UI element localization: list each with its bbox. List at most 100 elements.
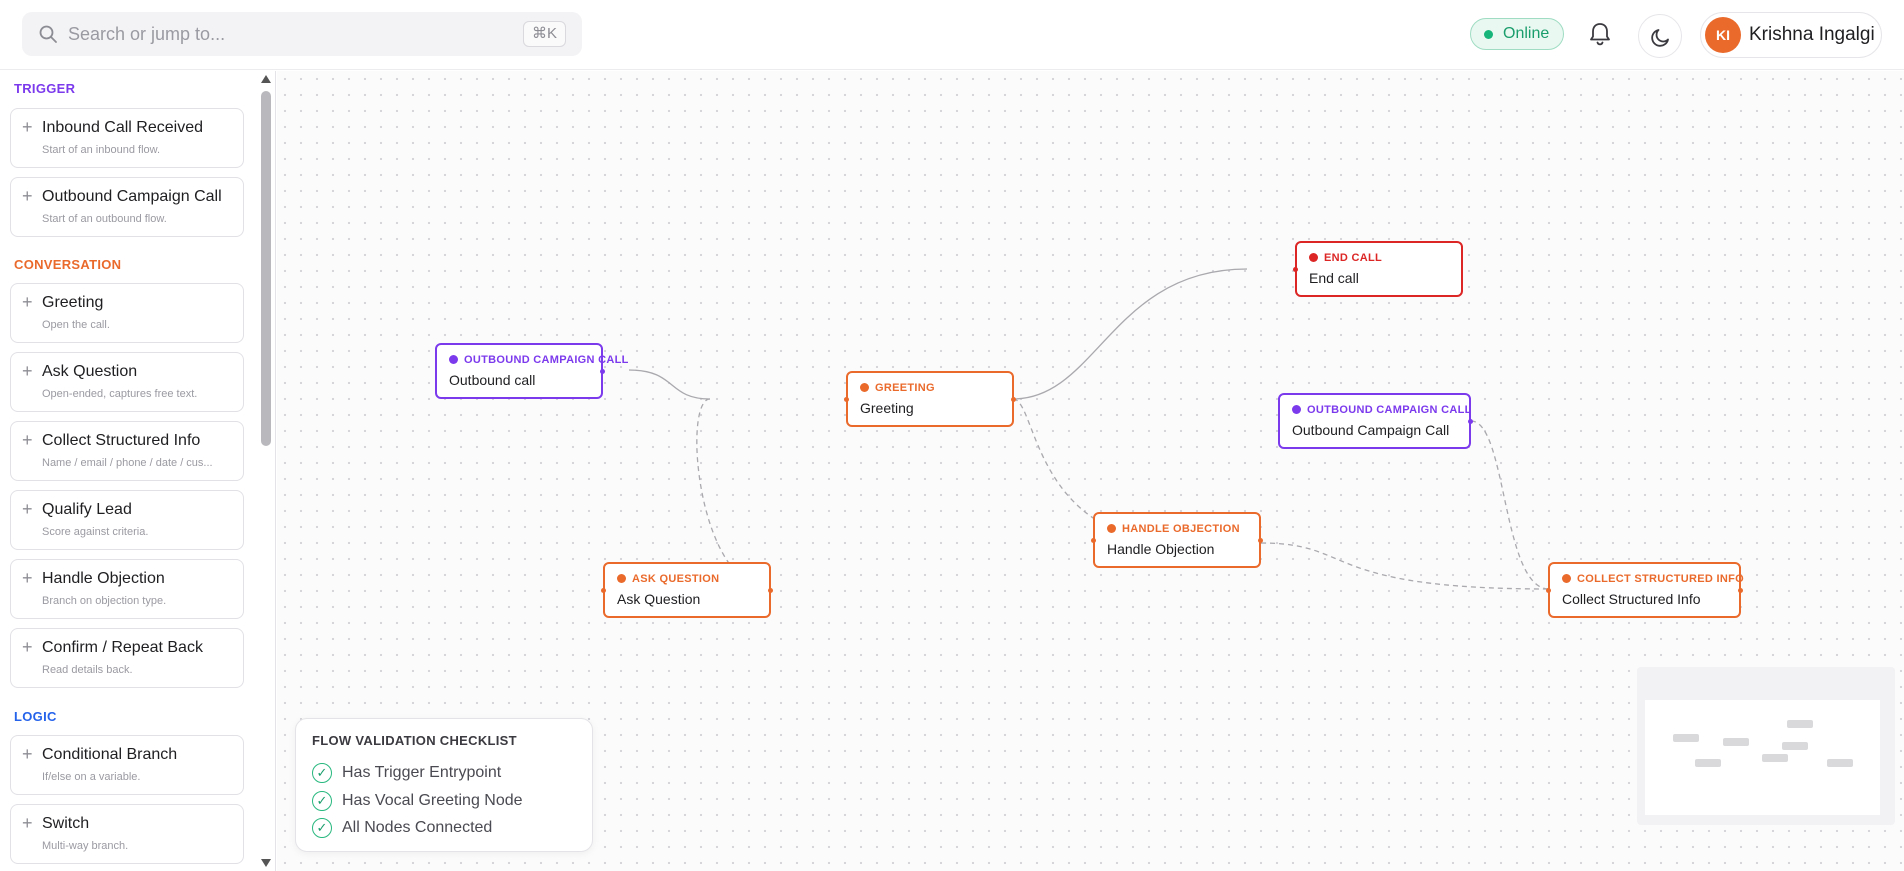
palette-item-desc: Read details back. [42,664,133,676]
check-icon: ✓ [312,791,332,811]
palette-item-handle-objection[interactable]: + Handle Objection Branch on objection t… [10,559,244,619]
minimap-node [1827,759,1853,767]
theme-toggle-button[interactable] [1638,14,1682,58]
node-output-port[interactable] [1011,397,1016,402]
node-greeting[interactable]: GREETING Greeting [844,371,1016,427]
node-type-dot [1562,574,1571,583]
node-ask-question[interactable]: ASK QUESTION Ask Question [601,562,773,618]
node-output-port[interactable] [768,588,773,593]
node-output-port[interactable] [1468,419,1473,424]
node-label: End call [1309,270,1359,286]
node-palette-sidebar: TRIGGER + Inbound Call Received Start of… [0,71,276,871]
plus-icon: + [22,117,33,137]
plus-icon: + [22,637,33,657]
check-icon: ✓ [312,763,332,783]
minimap-node [1723,738,1749,746]
node-outbound-call[interactable]: OUTBOUND CAMPAIGN CALL Outbound call [435,343,628,399]
node-type-text: HANDLE OBJECTION [1122,523,1240,535]
node-type-dot [1292,405,1301,414]
status-label: Online [1503,25,1550,42]
palette-item-ask-question[interactable]: + Ask Question Open-ended, captures free… [10,352,244,412]
node-input-port[interactable] [1546,588,1551,593]
node-end-call[interactable]: END CALL End call [1293,241,1463,297]
search-bar[interactable]: Search or jump to... ⌘K [22,12,582,56]
node-type-dot [449,355,458,364]
palette-item-title: Inbound Call Received [42,119,203,136]
minimap-node [1782,742,1808,750]
plus-icon: + [22,744,33,764]
palette-item-inbound-call[interactable]: + Inbound Call Received Start of an inbo… [10,108,244,168]
minimap-node [1695,759,1721,767]
status-badge: Online [1470,18,1564,50]
node-type-label: HANDLE OBJECTION [1107,523,1240,535]
palette-item-title: Ask Question [42,363,138,380]
palette-item-title: Outbound Campaign Call [42,188,222,205]
node-type-label: OUTBOUND CAMPAIGN CALL [1292,404,1472,416]
node-type-dot [1309,253,1318,262]
node-type-text: COLLECT STRUCTURED INFO [1577,573,1745,585]
node-type-dot [860,383,869,392]
sidebar-scrollbar-thumb[interactable] [261,91,271,446]
search-placeholder[interactable]: Search or jump to... [68,24,225,45]
checklist-item-text: All Nodes Connected [342,819,493,836]
checklist-item-text: Has Trigger Entrypoint [342,764,502,781]
palette-item-title: Qualify Lead [42,501,132,518]
palette-item-collect-structured-info[interactable]: + Collect Structured Info Name / email /… [10,421,244,481]
scroll-down-arrow-icon[interactable] [261,859,271,867]
node-label: Collect Structured Info [1562,591,1701,607]
node-input-port[interactable] [1091,538,1096,543]
palette-item-qualify-lead[interactable]: + Qualify Lead Score against criteria. [10,490,244,550]
node-type-label: GREETING [860,382,935,394]
node-label: Outbound Campaign Call [1292,422,1450,438]
plus-icon: + [22,568,33,588]
node-type-label: COLLECT STRUCTURED INFO [1562,573,1744,585]
section-title-trigger: TRIGGER [14,81,76,96]
node-label: Greeting [860,400,914,416]
node-collect-structured-info[interactable]: COLLECT STRUCTURED INFO Collect Structur… [1546,562,1744,618]
top-bar: Search or jump to... ⌘K Online KI Krishn… [0,0,1904,70]
palette-item-title: Conditional Branch [42,746,178,763]
palette-item-title: Greeting [42,294,104,311]
node-output-port[interactable] [600,369,605,374]
node-outbound-campaign-call[interactable]: OUTBOUND CAMPAIGN CALL Outbound Campaign… [1278,393,1473,449]
palette-item-title: Confirm / Repeat Back [42,639,203,656]
minimap-node [1787,720,1813,728]
palette-item-desc: Name / email / phone / date / cus... [42,457,213,469]
palette-item-confirm-repeat-back[interactable]: + Confirm / Repeat Back Read details bac… [10,628,244,688]
node-input-port[interactable] [1293,267,1298,272]
palette-item-desc: Open-ended, captures free text. [42,388,198,400]
status-dot [1484,30,1493,39]
node-type-dot [1107,524,1116,533]
node-input-port[interactable] [601,588,606,593]
node-type-label: OUTBOUND CAMPAIGN CALL [449,354,629,366]
palette-item-title: Collect Structured Info [42,432,201,449]
palette-item-conditional-branch[interactable]: + Conditional Branch If/else on a variab… [10,735,244,795]
plus-icon: + [22,813,33,833]
node-type-text: GREETING [875,382,935,394]
node-input-port[interactable] [844,397,849,402]
palette-item-desc: Score against criteria. [42,526,149,538]
checklist-title: FLOW VALIDATION CHECKLIST [312,733,517,748]
node-output-port[interactable] [1738,588,1743,593]
bell-icon[interactable] [1584,18,1616,50]
user-menu[interactable]: KI Krishna Ingalgi [1700,12,1882,58]
node-output-port[interactable] [1258,538,1263,543]
palette-item-desc: If/else on a variable. [42,771,141,783]
node-handle-objection[interactable]: HANDLE OBJECTION Handle Objection [1091,512,1263,568]
palette-item-switch[interactable]: + Switch Multi-way branch. [10,804,244,864]
palette-item-desc: Start of an outbound flow. [42,213,167,225]
node-type-label: ASK QUESTION [617,573,719,585]
node-type-text: END CALL [1324,252,1383,264]
plus-icon: + [22,186,33,206]
checklist-item-text: Has Vocal Greeting Node [342,792,523,809]
minimap-node [1762,754,1788,762]
minimap[interactable] [1637,667,1895,825]
flow-canvas[interactable]: OUTBOUND CAMPAIGN CALL Outbound call GRE… [277,71,1904,871]
search-shortcut: ⌘K [522,21,566,47]
palette-item-greeting[interactable]: + Greeting Open the call. [10,283,244,343]
palette-item-title: Handle Objection [42,570,165,587]
palette-item-outbound-campaign[interactable]: + Outbound Campaign Call Start of an out… [10,177,244,237]
scroll-up-arrow-icon[interactable] [261,75,271,83]
edge-greeting-to-end [1012,268,1248,400]
edge-greeting-to-ask [696,398,772,590]
